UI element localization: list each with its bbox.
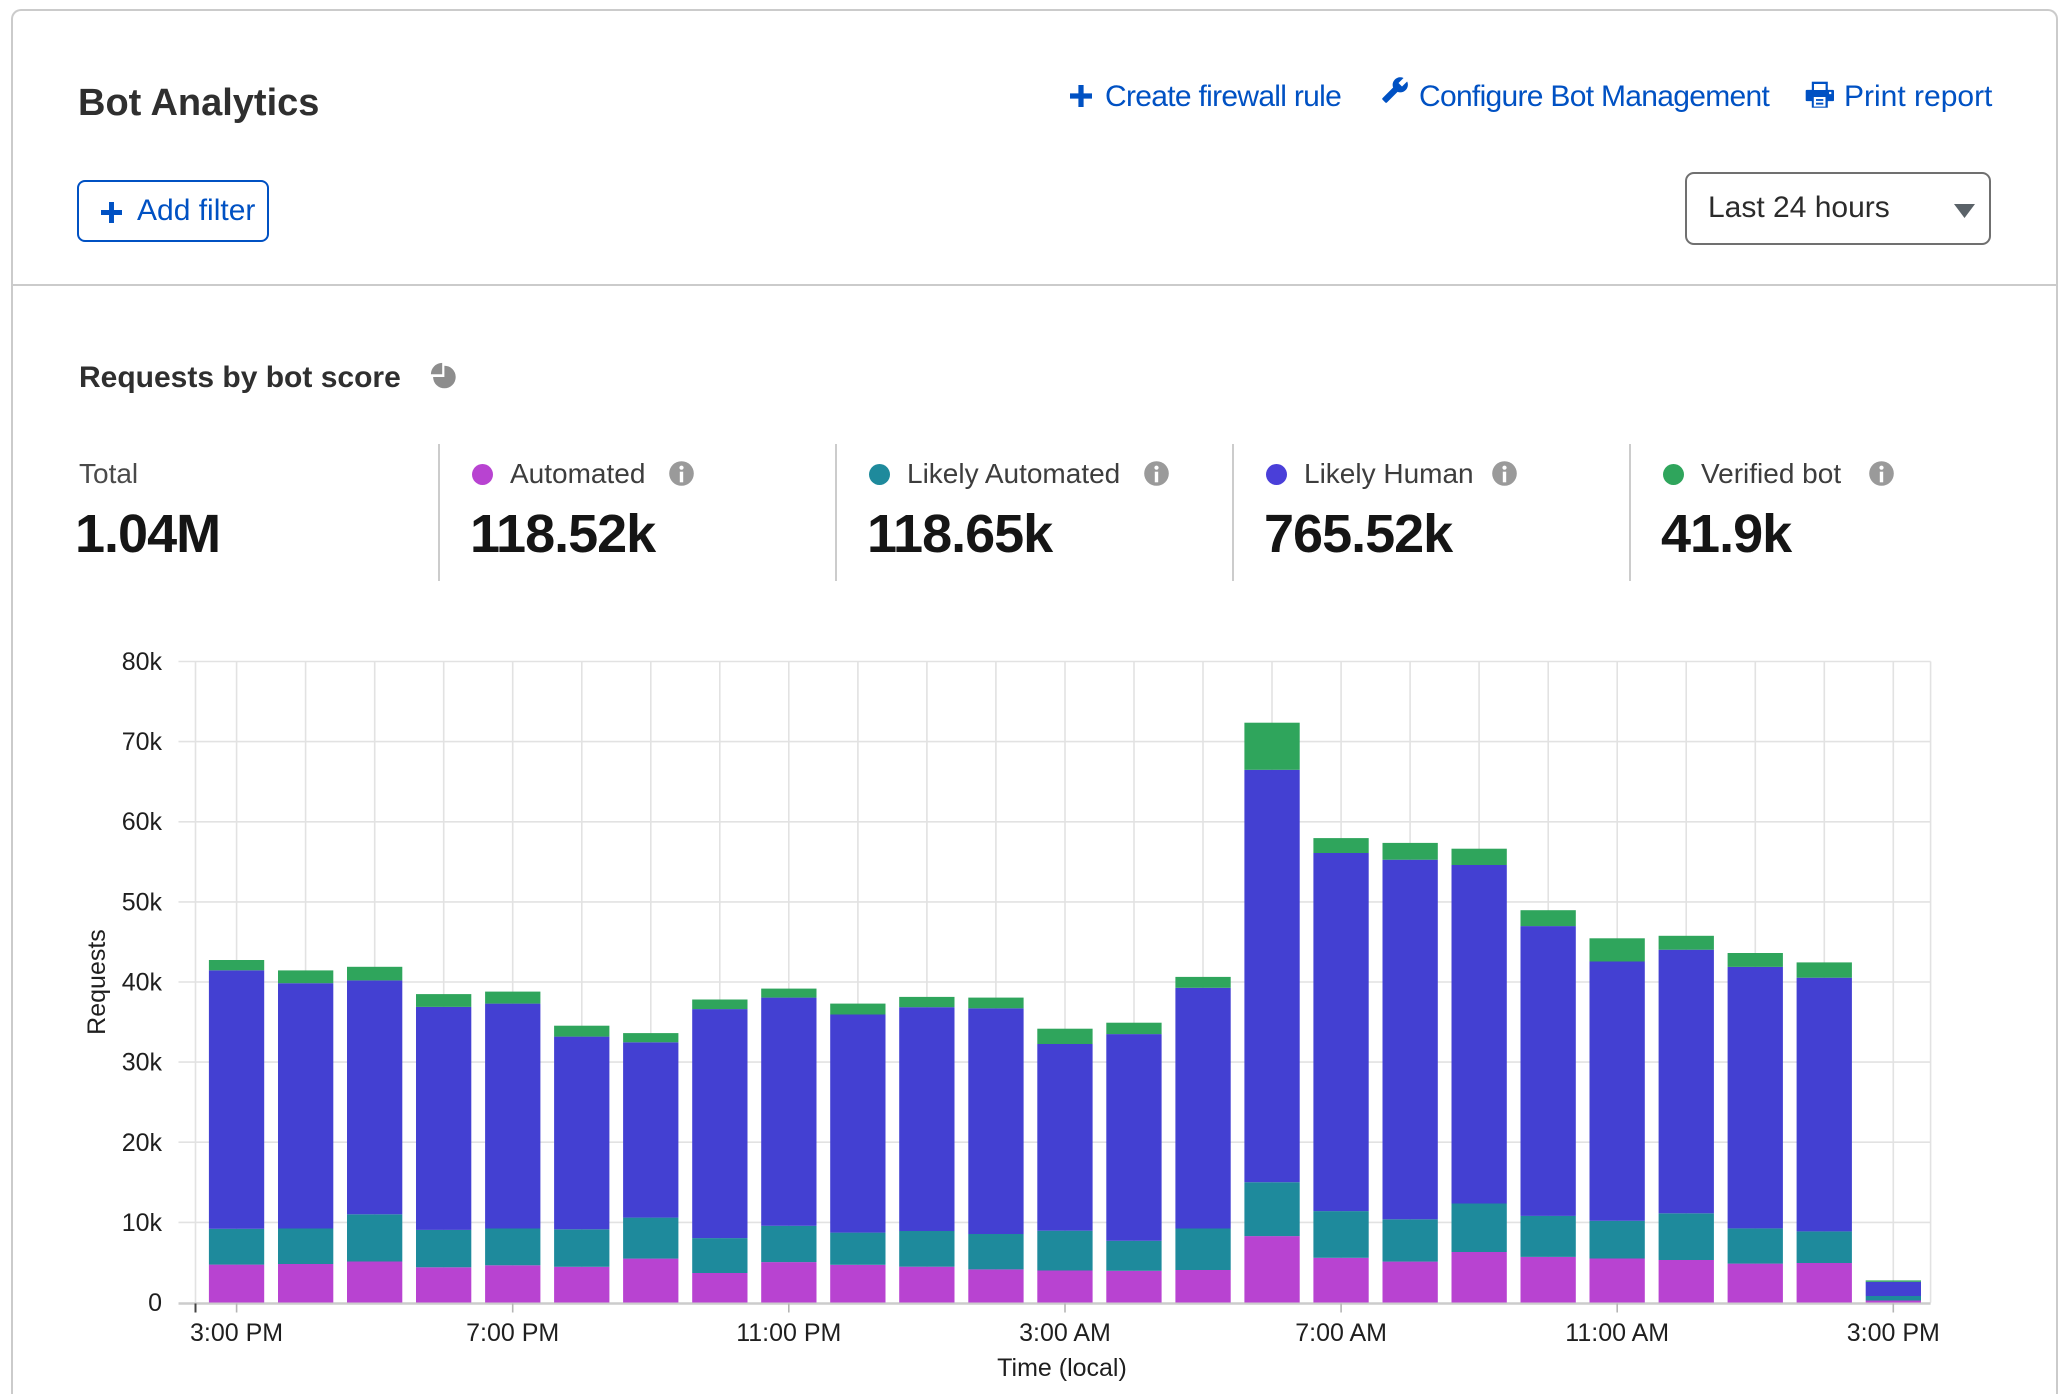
svg-text:11:00 AM: 11:00 AM [1565,1319,1669,1347]
svg-text:60k: 60k [122,808,163,836]
svg-text:50k: 50k [122,888,163,916]
svg-text:10k: 10k [122,1209,163,1237]
svg-text:40k: 40k [122,969,163,997]
svg-text:30k: 30k [122,1049,163,1077]
svg-text:7:00 AM: 7:00 AM [1295,1319,1387,1347]
svg-text:3:00 PM: 3:00 PM [1847,1319,1940,1347]
svg-text:0: 0 [148,1289,162,1317]
svg-text:70k: 70k [122,728,163,756]
svg-text:11:00 PM: 11:00 PM [736,1319,841,1347]
svg-text:Time (local): Time (local) [997,1354,1127,1382]
svg-text:3:00 AM: 3:00 AM [1019,1319,1111,1347]
svg-text:7:00 PM: 7:00 PM [466,1319,559,1347]
svg-text:Requests: Requests [83,929,111,1035]
svg-text:3:00 PM: 3:00 PM [190,1319,283,1347]
svg-text:20k: 20k [122,1129,163,1157]
svg-text:80k: 80k [122,648,163,676]
